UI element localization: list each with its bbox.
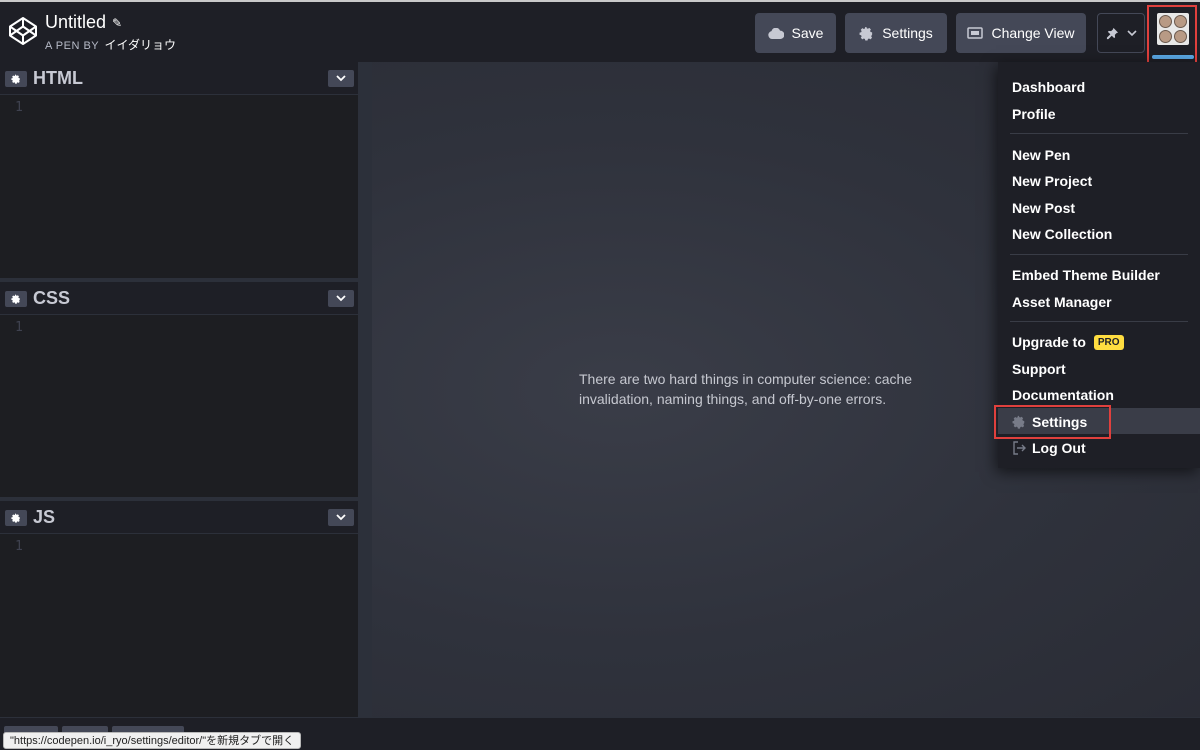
- menu-item-upgrade[interactable]: Upgrade to PRO: [1012, 334, 1124, 350]
- menu-item-asset-manager[interactable]: Asset Manager: [1012, 294, 1112, 310]
- chevron-down-icon: [336, 514, 346, 521]
- menu-divider: [1010, 254, 1188, 255]
- menu-item-label: Dashboard: [1012, 79, 1086, 95]
- pen-title-text: Untitled: [45, 12, 107, 32]
- layout-icon: [967, 27, 984, 39]
- save-button[interactable]: Save: [755, 13, 836, 53]
- chevron-down-icon: [1126, 29, 1137, 36]
- menu-item-label: Support: [1012, 361, 1066, 377]
- chevron-down-icon: [336, 295, 346, 302]
- top-header: Untitled ✎ A PEN BY イイダリョウ Save Settings…: [0, 0, 1200, 69]
- pinned-items-button[interactable]: [1097, 13, 1145, 53]
- pen-title[interactable]: Untitled ✎: [45, 12, 176, 33]
- menu-item-support[interactable]: Support: [1012, 361, 1066, 377]
- menu-divider: [1010, 321, 1188, 322]
- gear-icon: [859, 26, 873, 41]
- menu-item-label: Log Out: [1032, 440, 1086, 456]
- menu-item-label: New Post: [1012, 200, 1076, 216]
- pane-header: JS: [0, 501, 358, 534]
- pin-icon: [1106, 27, 1118, 39]
- editor-pane-js: JS 1: [0, 501, 358, 717]
- menu-item-new-collection[interactable]: New Collection: [1012, 226, 1112, 242]
- pro-badge: PRO: [1093, 334, 1124, 350]
- menu-item-label: Profile: [1012, 106, 1056, 122]
- author-link[interactable]: イイダリョウ: [105, 38, 177, 52]
- menu-item-new-project[interactable]: New Project: [1012, 173, 1092, 189]
- line-number: 1: [15, 320, 23, 335]
- pane-options-button[interactable]: [328, 70, 354, 87]
- avatar-face-icon: [1159, 15, 1172, 28]
- menu-item-documentation[interactable]: Documentation: [1012, 387, 1114, 403]
- gear-icon: [11, 513, 20, 523]
- pane-header: HTML: [0, 62, 358, 95]
- menu-item-embed-theme-builder[interactable]: Embed Theme Builder: [1012, 267, 1160, 283]
- menu-item-label: Embed Theme Builder: [1012, 267, 1160, 283]
- cloud-icon: [767, 27, 784, 39]
- code-editor-css[interactable]: 1: [0, 315, 358, 497]
- pencil-icon[interactable]: ✎: [112, 16, 122, 30]
- menu-item-label: New Pen: [1012, 147, 1071, 163]
- avatar-face-icon: [1159, 30, 1172, 43]
- gear-icon: [11, 74, 20, 84]
- menu-item-label: New Project: [1012, 173, 1093, 189]
- pane-options-button[interactable]: [328, 290, 354, 307]
- link-status-tooltip: "https://codepen.io/i_ryo/settings/edito…: [3, 732, 302, 749]
- editor-preview-resize-handle[interactable]: [358, 62, 372, 717]
- editor-pane-css: CSS 1: [0, 282, 358, 497]
- settings-annotation-box: [994, 405, 1111, 439]
- line-number: 1: [15, 539, 23, 554]
- menu-item-label: New Collection: [1012, 226, 1113, 242]
- code-editor-html[interactable]: 1: [0, 95, 358, 278]
- menu-item-label: Documentation: [1012, 387, 1114, 403]
- user-menu-button[interactable]: [1147, 5, 1197, 69]
- menu-item-label: Upgrade to: [1012, 334, 1086, 350]
- line-number: 1: [15, 100, 23, 115]
- code-editor-js[interactable]: 1: [0, 534, 358, 717]
- pane-settings-button[interactable]: [5, 71, 27, 87]
- logout-icon: [1013, 441, 1026, 455]
- pane-title: JS: [33, 507, 56, 527]
- pane-header: CSS: [0, 282, 358, 315]
- menu-item-dashboard[interactable]: Dashboard: [1012, 79, 1085, 95]
- pane-title: CSS: [33, 288, 71, 308]
- avatar-face-icon: [1174, 15, 1187, 28]
- save-label: Save: [791, 25, 824, 41]
- avatar-active-indicator: [1152, 55, 1194, 59]
- avatar-face-icon: [1174, 30, 1187, 43]
- menu-divider: [1010, 133, 1188, 134]
- menu-item-log-out[interactable]: Log Out: [1012, 440, 1086, 456]
- pen-byline: A PEN BY イイダリョウ: [45, 36, 176, 53]
- settings-button[interactable]: Settings: [845, 13, 947, 53]
- pen-title-block: Untitled ✎ A PEN BY イイダリョウ: [45, 12, 176, 53]
- menu-item-label: Asset Manager: [1012, 294, 1112, 310]
- menu-item-profile[interactable]: Profile: [1012, 106, 1056, 122]
- avatar[interactable]: [1157, 13, 1189, 45]
- menu-item-new-post[interactable]: New Post: [1012, 200, 1075, 216]
- status-url-text: "https://codepen.io/i_ryo/settings/edito…: [10, 735, 295, 747]
- editor-panes: HTML 1 CSS 1 JS 1: [0, 62, 360, 717]
- pane-settings-button[interactable]: [5, 510, 27, 526]
- editor-pane-html: HTML 1: [0, 62, 358, 278]
- chevron-down-icon: [336, 75, 346, 82]
- pane-settings-button[interactable]: [5, 291, 27, 307]
- pen-by-label: A PEN BY: [45, 40, 99, 52]
- settings-label: Settings: [882, 25, 933, 41]
- pane-options-button[interactable]: [328, 509, 354, 526]
- codepen-logo-icon[interactable]: [8, 16, 38, 46]
- change-view-label: Change View: [991, 25, 1075, 41]
- preview-text: There are two hard things in computer sc…: [579, 371, 913, 407]
- pane-title: HTML: [33, 68, 83, 88]
- menu-item-new-pen[interactable]: New Pen: [1012, 147, 1070, 163]
- gear-icon: [11, 294, 20, 304]
- change-view-button[interactable]: Change View: [956, 13, 1086, 53]
